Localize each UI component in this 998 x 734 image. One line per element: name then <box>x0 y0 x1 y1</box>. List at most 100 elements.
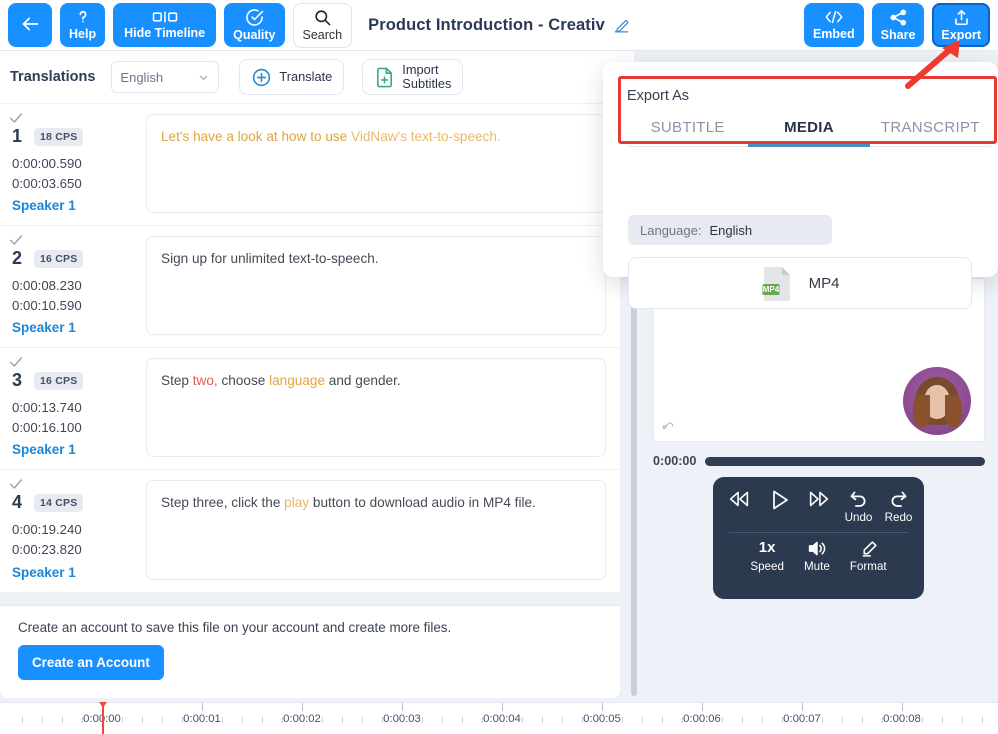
timeline-tick-minor <box>322 717 323 723</box>
table-row[interactable]: 118 CPS0:00:00.5900:00:03.650Speaker 1Le… <box>0 104 620 226</box>
check-icon[interactable] <box>8 232 24 253</box>
subtitle-text-segment: button to download audio in MP4 file. <box>309 495 536 510</box>
speed-value: 1x <box>759 539 776 558</box>
speaker-label[interactable]: Speaker 1 <box>12 320 146 335</box>
export-button-label: Export <box>941 29 981 43</box>
timeline-tick-label: 0:00:02 <box>283 713 321 725</box>
timeline-tick-minor <box>942 717 943 723</box>
subtitle-text-segment: Sign up for unlimited text-to-speech. <box>161 251 379 266</box>
pencil-edit-icon[interactable] <box>613 17 630 34</box>
timeline-tick-major <box>802 703 803 711</box>
subtitle-index-row: 216 CPS <box>12 248 146 269</box>
export-button[interactable]: Export <box>932 3 990 47</box>
fast-forward-icon <box>806 488 832 510</box>
cps-badge: 14 CPS <box>34 494 83 512</box>
search-button[interactable]: Search <box>293 3 353 48</box>
controls-divider <box>729 532 908 533</box>
format-label: Format <box>850 560 887 573</box>
timeline-tick-major <box>202 703 203 711</box>
help-button[interactable]: Help <box>60 3 105 47</box>
timeline-tick-minor <box>842 717 843 723</box>
export-format-mp4-option[interactable]: MP4 MP4 <box>628 257 972 309</box>
page-title-text: Product Introduction - Creativ <box>368 16 605 35</box>
check-icon[interactable] <box>8 110 24 131</box>
fast-forward-button[interactable] <box>804 488 834 512</box>
check-icon[interactable] <box>8 354 24 375</box>
mute-button[interactable]: Mute <box>802 539 832 573</box>
speaker-label[interactable]: Speaker 1 <box>12 198 146 213</box>
subtitle-text-input[interactable]: Sign up for unlimited text-to-speech. <box>146 236 606 335</box>
timeline-tick-minor <box>242 717 243 723</box>
hide-timeline-button[interactable]: Hide Timeline <box>113 3 216 47</box>
subtitle-end-time: 0:00:03.650 <box>12 174 146 194</box>
export-tab-transcript[interactable]: TRANSCRIPT <box>870 112 991 147</box>
playhead-tip-icon <box>99 702 107 708</box>
timeline-tick-minor <box>442 717 443 723</box>
export-tab-subtitle[interactable]: SUBTITLE <box>627 112 748 147</box>
timeline-tick-minor <box>62 717 63 723</box>
timeline-tick-label: 0:00:03 <box>383 713 421 725</box>
timeline-tick-major <box>702 703 703 711</box>
play-button[interactable] <box>764 488 794 514</box>
timeline-icon <box>152 9 178 25</box>
cps-badge: 18 CPS <box>34 128 83 146</box>
import-subtitles-button[interactable]: Import Subtitles <box>362 59 463 95</box>
subtitle-text-segment: Step <box>161 373 193 388</box>
translations-label: Translations <box>10 69 95 85</box>
speed-label: Speed <box>750 560 784 573</box>
export-tab-media[interactable]: MEDIA <box>748 112 869 147</box>
quality-button[interactable]: Quality <box>224 3 284 47</box>
table-row[interactable]: 316 CPS0:00:13.7400:00:16.100Speaker 1St… <box>0 348 620 470</box>
export-as-popover: Export As SUBTITLEMEDIATRANSCRIPT Langua… <box>603 62 998 277</box>
translate-button[interactable]: Translate <box>239 59 344 95</box>
timeline-playhead[interactable] <box>102 703 104 734</box>
undo-button[interactable]: Undo <box>844 488 874 524</box>
subtitle-text-input[interactable]: Step two, choose language and gender. <box>146 358 606 457</box>
timeline-tick-minor <box>742 717 743 723</box>
timeline-tick-label: 0:00:06 <box>683 713 721 725</box>
top-toolbar-right-group: Embed Share Export <box>804 3 990 47</box>
undo-label: Undo <box>845 511 873 524</box>
timeline-tick-minor <box>642 717 643 723</box>
cps-badge: 16 CPS <box>34 250 83 268</box>
table-row[interactable]: 414 CPS0:00:19.2400:00:23.820Speaker 1St… <box>0 470 620 592</box>
redo-button[interactable]: Redo <box>884 488 914 524</box>
top-toolbar: Help Hide Timeline Quality Search <box>0 0 998 51</box>
timeline-ruler[interactable]: 0:00:000:00:010:00:020:00:030:00:040:00:… <box>0 702 998 734</box>
subtitle-text-input[interactable]: Step three, click the play button to dow… <box>146 480 606 579</box>
progress-bar[interactable] <box>705 457 985 466</box>
timeline-tick-label: 0:00:01 <box>183 713 221 725</box>
player-controls-primary-row: Undo Redo <box>723 488 914 530</box>
speaker-label[interactable]: Speaker 1 <box>12 442 146 457</box>
timeline-tick-minor <box>462 717 463 723</box>
export-language-row[interactable]: Language: English <box>628 215 832 245</box>
search-button-label: Search <box>303 29 343 43</box>
speaker-label[interactable]: Speaker 1 <box>12 565 146 580</box>
svg-text:MP4: MP4 <box>762 285 779 294</box>
subtitle-text-input[interactable]: Let's have a look at how to use VidNaw's… <box>146 114 606 213</box>
translate-button-label: Translate <box>279 70 332 84</box>
timeline-tick-label: 0:00:05 <box>583 713 621 725</box>
chevron-down-icon <box>197 71 210 84</box>
rewind-button[interactable] <box>724 488 754 512</box>
language-select[interactable]: English <box>111 61 219 93</box>
subtitle-index-row: 316 CPS <box>12 370 146 391</box>
timeline-tick-label: 0:00:04 <box>483 713 521 725</box>
speed-button[interactable]: 1x Speed <box>750 539 784 573</box>
table-row[interactable]: 216 CPS0:00:08.2300:00:10.590Speaker 1Si… <box>0 226 620 348</box>
create-account-button[interactable]: Create an Account <box>18 645 164 680</box>
subtitle-start-time: 0:00:19.240 <box>12 520 146 540</box>
format-button[interactable]: Format <box>850 539 887 573</box>
play-icon <box>766 488 792 512</box>
embed-button[interactable]: Embed <box>804 3 864 47</box>
share-button[interactable]: Share <box>872 3 925 47</box>
back-button[interactable] <box>8 3 52 47</box>
player-controls-secondary-row: 1x Speed Mute Format <box>723 539 914 573</box>
check-icon[interactable] <box>8 476 24 497</box>
export-language-value: English <box>709 223 752 238</box>
file-plus-icon <box>374 66 395 89</box>
timeline-tick-minor <box>542 717 543 723</box>
embed-button-label: Embed <box>813 28 855 42</box>
avatar-hair-left <box>913 395 930 427</box>
timeline-tick-minor <box>622 717 623 723</box>
